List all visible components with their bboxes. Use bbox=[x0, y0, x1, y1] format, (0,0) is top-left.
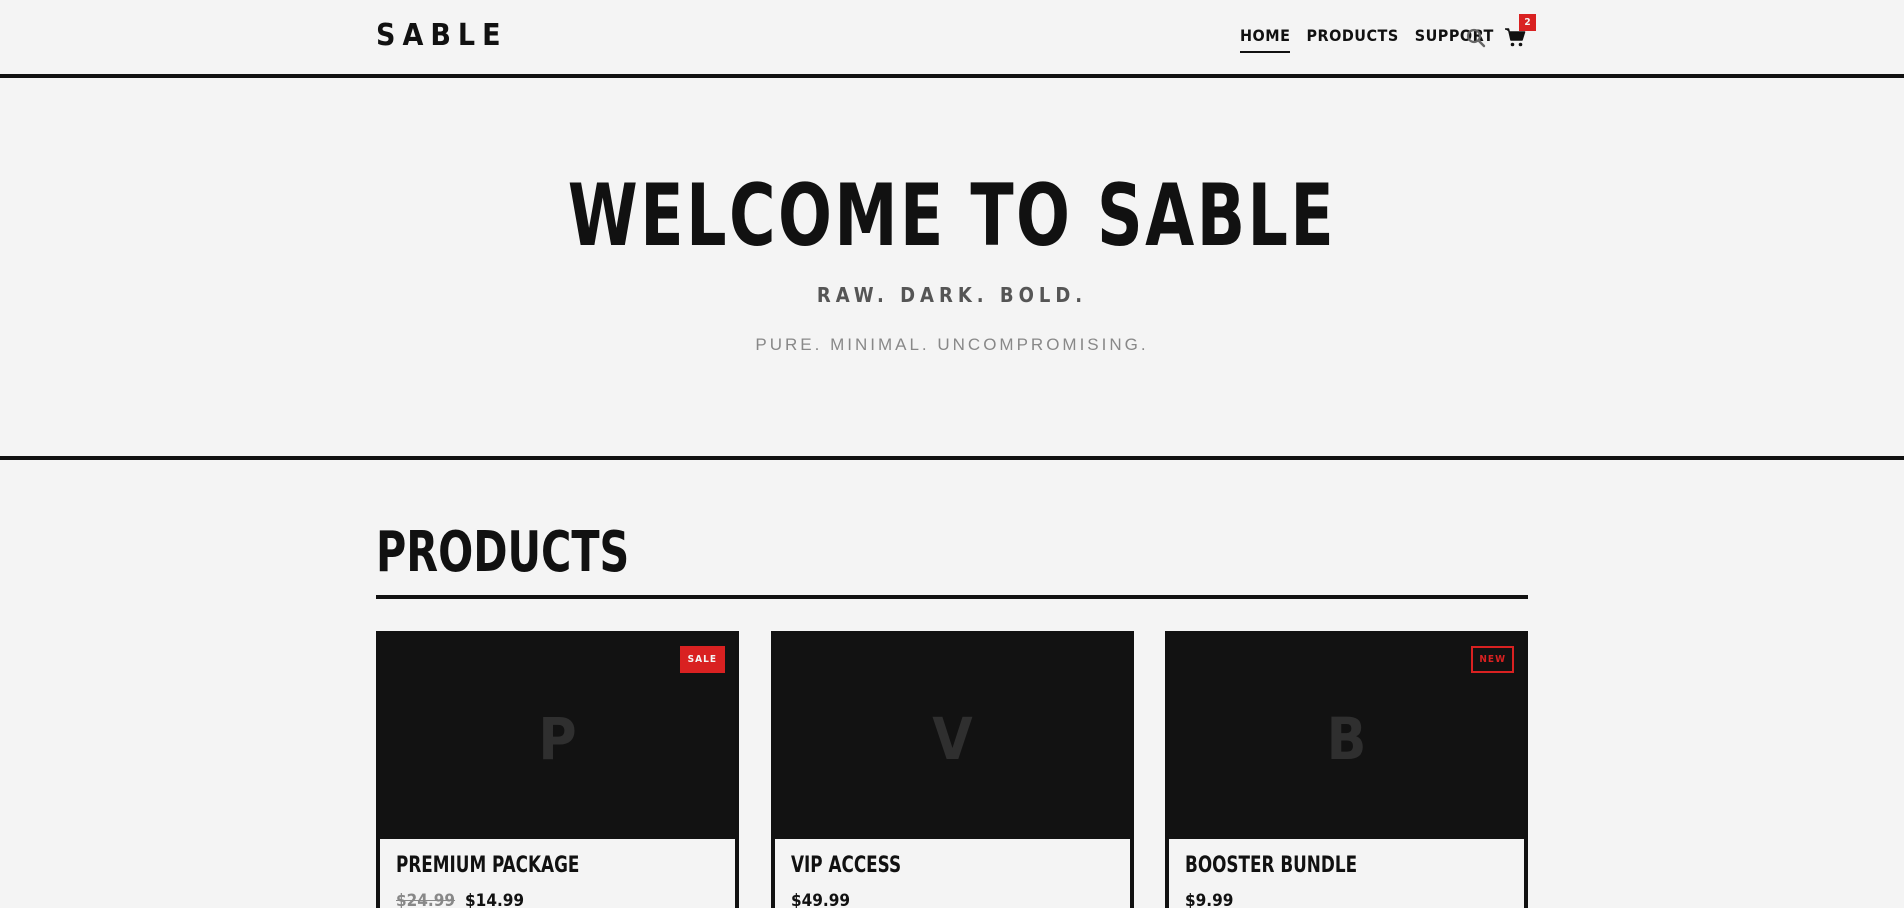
nav-home-link[interactable]: HOME bbox=[1240, 26, 1291, 53]
hero-section: WELCOME TO SABLE RAW. DARK. BOLD. PURE. … bbox=[0, 78, 1904, 460]
hero-title: WELCOME TO SABLE bbox=[567, 166, 1337, 266]
product-initial: B bbox=[1326, 705, 1367, 773]
products-heading: PRODUCTS bbox=[376, 520, 630, 585]
product-card-vip-access[interactable]: V VIP ACCESS $49.99 bbox=[771, 631, 1134, 908]
product-initial: V bbox=[932, 705, 973, 773]
new-badge: NEW bbox=[1471, 646, 1514, 673]
product-initial: P bbox=[538, 705, 577, 773]
sale-badge: SALE bbox=[679, 646, 725, 673]
hero-tagline: PURE. MINIMAL. UNCOMPROMISING. bbox=[755, 335, 1149, 354]
page: SABLE HOME PRODUCTS SUPPORT 2 WELCOME TO… bbox=[0, 0, 1904, 908]
product-old-price: $24.99 bbox=[396, 891, 456, 908]
product-card-booster-bundle[interactable]: B NEW BOOSTER BUNDLE $9.99 bbox=[1165, 631, 1528, 908]
product-card-premium-package[interactable]: P SALE PREMIUM PACKAGE $24.99 $14.99 bbox=[376, 631, 739, 908]
product-price: $14.99 bbox=[465, 891, 525, 908]
product-info: VIP ACCESS $49.99 bbox=[775, 839, 1130, 908]
product-name: BOOSTER BUNDLE bbox=[1185, 853, 1358, 878]
product-image: P SALE bbox=[380, 635, 735, 839]
search-icon[interactable] bbox=[1466, 28, 1486, 48]
product-info: BOOSTER BUNDLE $9.99 bbox=[1169, 839, 1524, 908]
product-price-row: $9.99 bbox=[1185, 891, 1233, 908]
product-info: PREMIUM PACKAGE $24.99 $14.99 bbox=[380, 839, 735, 908]
product-name: PREMIUM PACKAGE bbox=[396, 853, 580, 878]
product-price-row: $49.99 bbox=[791, 891, 850, 908]
products-divider bbox=[376, 595, 1528, 599]
product-image: V bbox=[775, 635, 1130, 839]
nav-products-link[interactable]: PRODUCTS bbox=[1306, 26, 1398, 53]
product-image: B NEW bbox=[1169, 635, 1524, 839]
product-price-row: $24.99 $14.99 bbox=[396, 891, 524, 908]
site-logo[interactable]: SABLE bbox=[376, 18, 508, 53]
product-name: VIP ACCESS bbox=[791, 853, 902, 878]
cart-count-badge: 2 bbox=[1519, 14, 1536, 31]
hero-subtitle: RAW. DARK. BOLD. bbox=[816, 283, 1088, 307]
product-price: $49.99 bbox=[791, 891, 851, 908]
product-price: $9.99 bbox=[1185, 891, 1234, 908]
site-header: SABLE HOME PRODUCTS SUPPORT 2 bbox=[0, 0, 1904, 78]
main-nav: HOME PRODUCTS SUPPORT bbox=[1240, 26, 1494, 53]
